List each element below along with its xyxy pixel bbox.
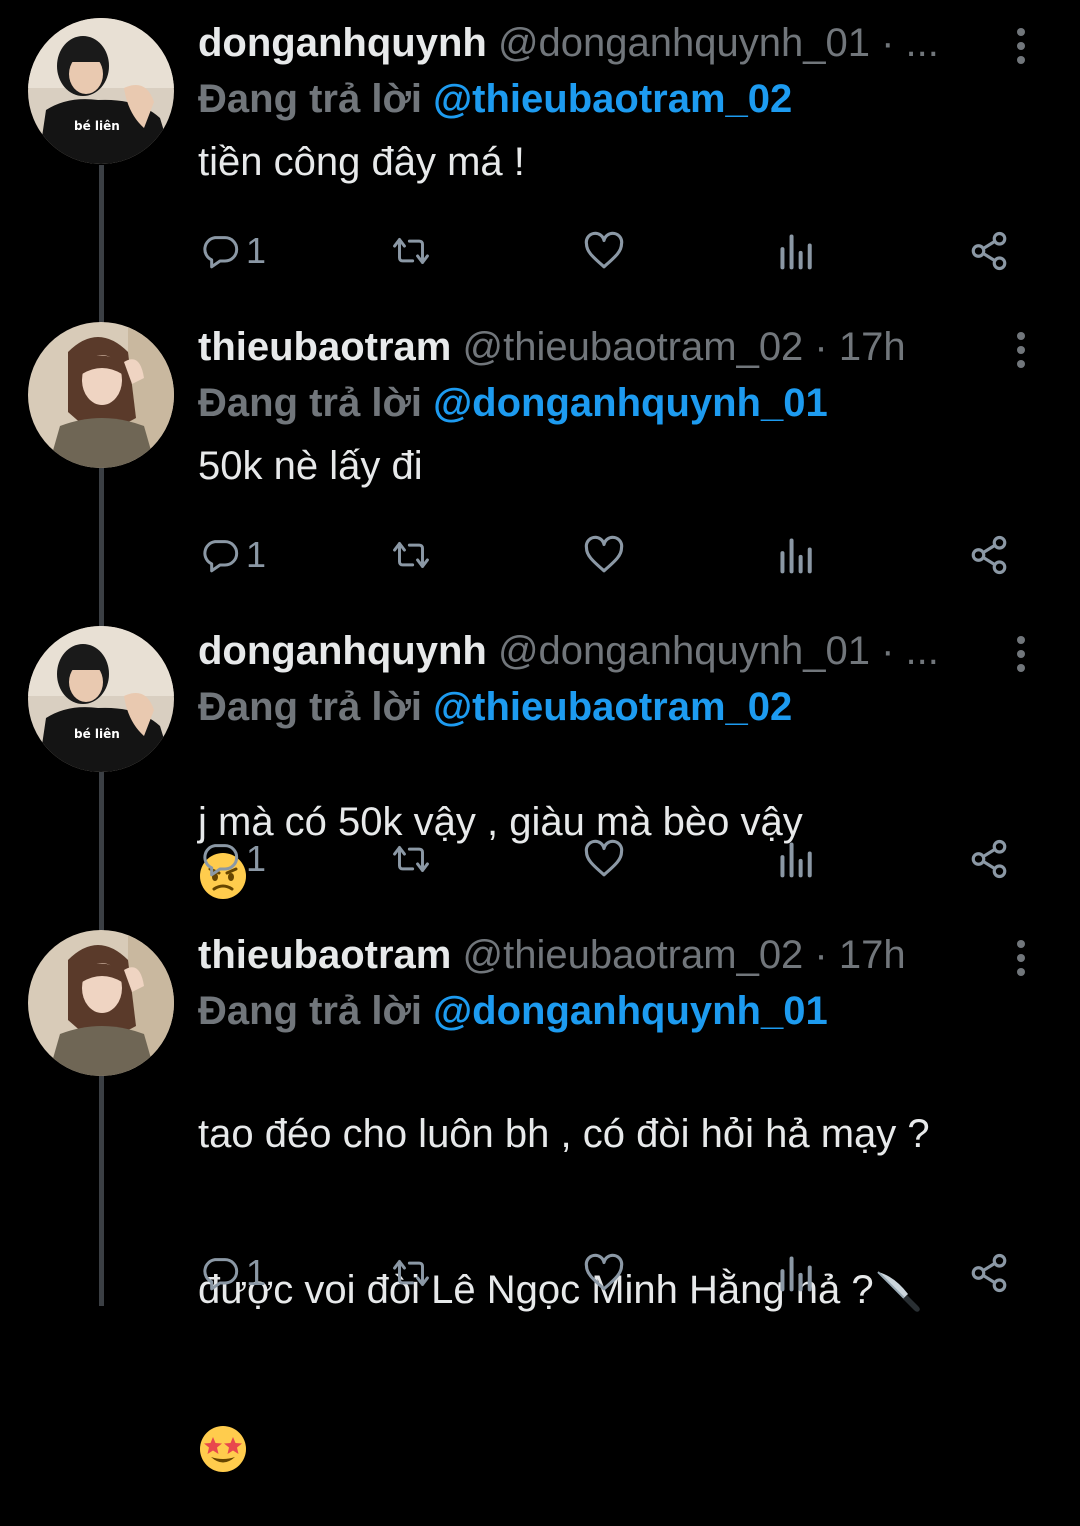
- replying-to: Đang trả lời @donganhquynh_01: [198, 378, 828, 428]
- retweet-icon: [393, 1260, 429, 1286]
- action-bar: 1: [0, 226, 1080, 276]
- heart-icon: [584, 535, 624, 573]
- tweet-text-line-3: [198, 1368, 1028, 1473]
- retweet-button[interactable]: [388, 530, 434, 580]
- like-button[interactable]: [583, 1248, 625, 1298]
- like-button[interactable]: [583, 834, 625, 884]
- reply-button[interactable]: 1: [200, 834, 266, 884]
- replying-to: Đang trả lời @thieubaotram_02: [198, 74, 792, 124]
- avatar-thieubaotram[interactable]: [28, 930, 174, 1076]
- tweet-text: tiền công đây má !: [198, 136, 1028, 188]
- more-vertical-icon[interactable]: [1010, 26, 1032, 66]
- svg-text:bé liên: bé liên: [74, 727, 120, 741]
- handle-and-time: @thieubaotram_02 · 17h: [462, 325, 906, 369]
- share-icon: [971, 231, 1007, 271]
- tweet-text-content: 50k nè lấy đi: [198, 444, 423, 488]
- reply-prefix: Đang trả lời: [198, 381, 423, 425]
- reply-bubble-icon: [203, 540, 239, 573]
- avatar-donganhquynh[interactable]: bé liên: [28, 18, 174, 164]
- retweet-icon: [393, 238, 429, 264]
- share-icon: [971, 535, 1007, 575]
- tweet-text: 50k nè lấy đi: [198, 440, 1028, 492]
- replying-to: Đang trả lời @thieubaotram_02: [198, 682, 792, 732]
- heart-icon: [584, 839, 624, 877]
- handle-and-time: @thieubaotram_02 · 17h: [462, 933, 906, 977]
- display-name[interactable]: donganhquynh: [198, 629, 487, 673]
- avatar-photo-icon: bé liên: [28, 626, 174, 772]
- retweet-icon: [393, 846, 429, 872]
- reply-mention-link[interactable]: @thieubaotram_02: [433, 77, 792, 121]
- reply-bubble-icon: [203, 1258, 239, 1291]
- views-chart-icon: [780, 538, 812, 574]
- reply-bubble-icon: [203, 236, 239, 269]
- more-vertical-icon[interactable]: [1010, 938, 1032, 978]
- tweet-text-line-1: tao đéo cho luôn bh , có đòi hỏi hả mạy …: [198, 1112, 930, 1156]
- action-bar: 1: [0, 834, 1080, 884]
- svg-text:bé liên: bé liên: [74, 119, 120, 133]
- reply-prefix: Đang trả lời: [198, 685, 423, 729]
- heart-icon: [584, 231, 624, 269]
- share-button[interactable]: [968, 1248, 1010, 1298]
- reply-button[interactable]: 1: [200, 1248, 266, 1298]
- heart-icon: [584, 1253, 624, 1291]
- reply-button[interactable]: 1: [200, 226, 266, 276]
- views-button[interactable]: [778, 530, 816, 580]
- reply-bubble-icon: [203, 844, 239, 877]
- tweet-header: donganhquynh @donganhquynh_01 · ...: [198, 626, 939, 676]
- display-name[interactable]: donganhquynh: [198, 21, 487, 65]
- display-name[interactable]: thieubaotram: [198, 933, 451, 977]
- reply-mention-link[interactable]: @donganhquynh_01: [433, 989, 828, 1033]
- reply-mention-link[interactable]: @thieubaotram_02: [433, 685, 792, 729]
- reply-mention-link[interactable]: @donganhquynh_01: [433, 381, 828, 425]
- share-button[interactable]: [968, 226, 1010, 276]
- share-button[interactable]: [968, 530, 1010, 580]
- views-chart-icon: [780, 1256, 812, 1292]
- reply-button[interactable]: 1: [200, 530, 266, 580]
- reply-count: 1: [246, 230, 267, 271]
- handle-and-time: @donganhquynh_01 · ...: [497, 629, 939, 673]
- views-chart-icon: [780, 234, 812, 270]
- share-button[interactable]: [968, 834, 1010, 884]
- like-button[interactable]: [583, 530, 625, 580]
- views-button[interactable]: [778, 1248, 816, 1298]
- star-struck-emoji-icon: [200, 1425, 246, 1472]
- display-name[interactable]: thieubaotram: [198, 325, 451, 369]
- tweet-header: thieubaotram @thieubaotram_02 · 17h: [198, 930, 906, 980]
- tweet-text-content: tiền công đây má !: [198, 140, 525, 184]
- tweet-header: thieubaotram @thieubaotram_02 · 17h: [198, 322, 906, 372]
- tweet-header: donganhquynh @donganhquynh_01 · ...: [198, 18, 939, 68]
- handle-and-time: @donganhquynh_01 · ...: [497, 21, 939, 65]
- retweet-button[interactable]: [388, 834, 434, 884]
- reply-count: 1: [246, 1252, 267, 1293]
- more-vertical-icon[interactable]: [1010, 634, 1032, 674]
- views-button[interactable]: [778, 226, 816, 276]
- reply-count: 1: [246, 838, 267, 879]
- action-bar: 1: [0, 530, 1080, 580]
- avatar-photo-icon: bé liên: [28, 18, 174, 164]
- retweet-icon: [393, 542, 429, 568]
- retweet-button[interactable]: [388, 226, 434, 276]
- retweet-button[interactable]: [388, 1248, 434, 1298]
- replying-to: Đang trả lời @donganhquynh_01: [198, 986, 828, 1036]
- reply-prefix: Đang trả lời: [198, 77, 423, 121]
- action-bar: 1: [0, 1248, 1080, 1298]
- views-button[interactable]: [778, 834, 816, 884]
- share-icon: [971, 1253, 1007, 1293]
- avatar-thieubaotram[interactable]: [28, 322, 174, 468]
- avatar-photo-icon: [28, 322, 174, 468]
- avatar-photo-icon: [28, 930, 174, 1076]
- reply-count: 1: [246, 534, 267, 575]
- more-vertical-icon[interactable]: [1010, 330, 1032, 370]
- share-icon: [971, 839, 1007, 879]
- avatar-donganhquynh[interactable]: bé liên: [28, 626, 174, 772]
- reply-prefix: Đang trả lời: [198, 989, 423, 1033]
- like-button[interactable]: [583, 226, 625, 276]
- views-chart-icon: [780, 842, 812, 878]
